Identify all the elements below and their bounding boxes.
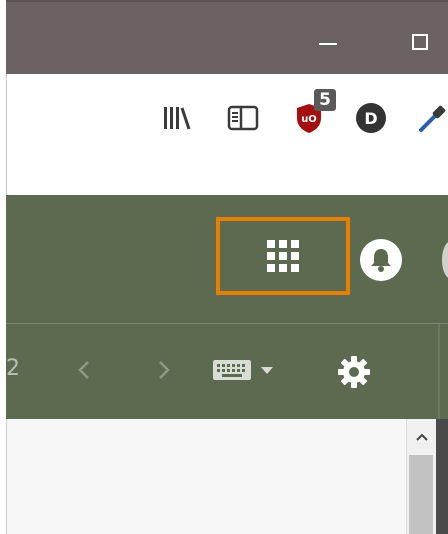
message-list-area (6, 419, 406, 534)
input-tools-button[interactable] (212, 354, 288, 386)
chevron-right-icon (159, 361, 170, 379)
keyboard-icon (213, 360, 251, 380)
next-page-button[interactable] (148, 354, 180, 386)
scroll-up-button[interactable] (407, 419, 436, 455)
page-number: 2 (6, 356, 20, 381)
chevron-up-icon (415, 433, 428, 441)
app-header (6, 195, 448, 323)
eyedropper-button[interactable] (411, 98, 448, 138)
window-edge (436, 419, 448, 534)
previous-page-button[interactable] (68, 354, 100, 386)
browser-toolbar: uO 5 D (6, 74, 448, 195)
reader-view-icon (227, 105, 259, 131)
gear-icon (338, 356, 370, 388)
chevron-left-icon (78, 361, 89, 379)
minimize-button[interactable] (310, 24, 346, 60)
svg-text:uO: uO (301, 114, 317, 125)
bell-icon (371, 249, 391, 272)
ublock-badge: 5 (314, 89, 336, 111)
library-icon (164, 107, 191, 130)
vertical-scrollbar[interactable] (406, 419, 436, 534)
apps-grid-icon (267, 240, 299, 272)
account-avatar-partial[interactable] (442, 241, 448, 279)
library-button[interactable] (157, 98, 197, 138)
eyedropper-icon (419, 105, 446, 132)
caret-down-icon (261, 367, 273, 374)
window-titlebar (6, 0, 448, 74)
notifications-button[interactable] (360, 239, 402, 281)
maximize-icon (412, 34, 428, 50)
maximize-button[interactable] (402, 24, 438, 60)
minimize-icon (319, 43, 337, 45)
account-letter: D (364, 108, 378, 128)
pagination-toolbar: 2 (6, 323, 448, 420)
sidebar-button[interactable] (223, 98, 263, 138)
account-button[interactable]: D (351, 98, 391, 138)
apps-button[interactable] (216, 217, 350, 295)
toolbar-divider (438, 324, 440, 420)
settings-button[interactable] (332, 352, 376, 392)
scroll-thumb[interactable] (409, 455, 433, 534)
ublock-origin-button[interactable]: uO 5 (289, 89, 336, 138)
